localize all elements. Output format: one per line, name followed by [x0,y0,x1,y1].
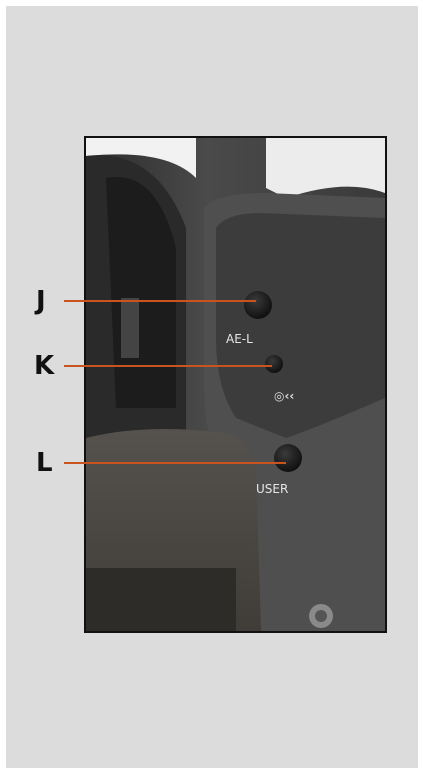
callout-k-label: K [34,351,55,381]
user-label: USER [256,482,289,496]
camera-photo: ◎‹‹ AE-L USER [84,136,387,633]
ael-button [244,291,272,319]
callout-l-label: L [36,448,53,478]
callout-k-leader [64,365,272,367]
camera-illustration: ◎‹‹ [86,138,385,631]
control-dial [265,355,283,373]
ael-label: AE-L [226,332,253,346]
callout-j-label: J [36,286,46,316]
user-button [274,444,302,472]
callout-l-leader [64,462,286,464]
callout-j-leader [64,300,256,302]
scroll-icon: ◎‹‹ [274,389,294,403]
